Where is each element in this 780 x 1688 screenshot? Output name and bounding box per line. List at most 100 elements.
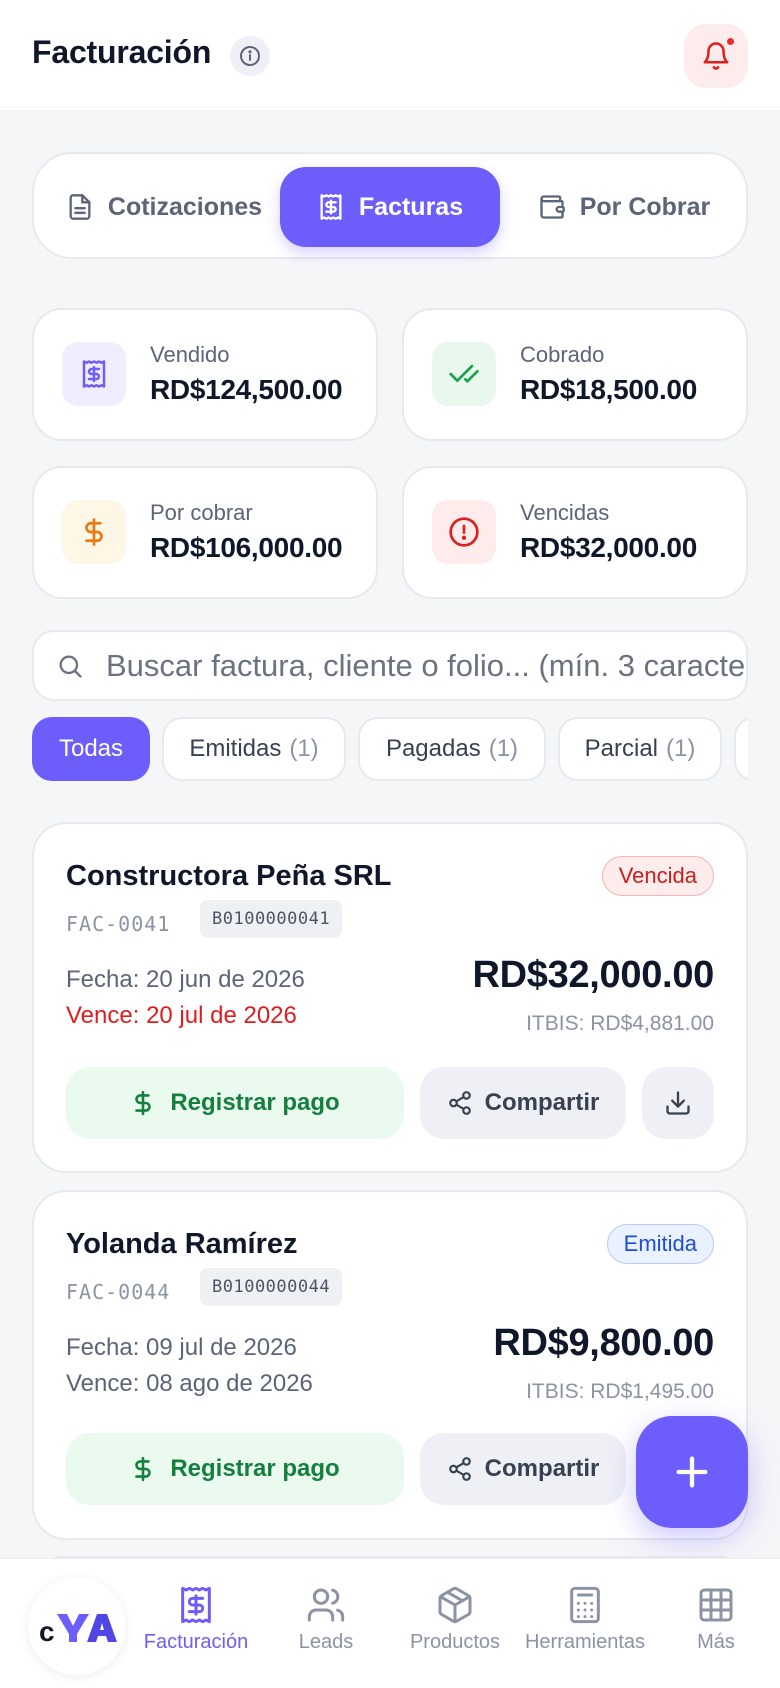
notifications-button[interactable] [684,24,748,88]
stat-icon-box [432,342,496,406]
info-icon [240,46,260,66]
stat-value: RD$124,500.00 [150,374,343,405]
receipt-icon [181,1586,211,1624]
box-icon [438,1586,472,1624]
cya-logo-icon: c [39,1614,117,1646]
calculator-icon [570,1586,600,1624]
search-icon [59,655,82,678]
invoice-folio: FAC-0041 [66,912,171,936]
filter-chip-overflow[interactable] [734,717,748,781]
nav-item-facturacion[interactable]: Facturación [134,1585,258,1673]
tab-cotizaciones[interactable]: Cotizaciones [54,167,274,247]
status-badge: Vencida [601,856,714,896]
chip-count: (1) [666,735,696,762]
chip-count: (1) [289,735,319,762]
button-label: Registrar pago [170,1455,340,1482]
filter-chip-pagadas[interactable]: Pagadas (1) [358,717,546,781]
dollar-icon [135,1456,152,1482]
filter-chip-emitidas[interactable]: Emitidas (1) [162,717,346,781]
nav-label: Herramientas [524,1631,646,1653]
wallet-icon [540,195,565,219]
nav-label: Facturación [143,1631,249,1653]
invoice-itbis: ITBIS: RD$1,495.00 [526,1380,714,1403]
dollar-icon [135,1090,152,1116]
section-tabs: Cotizaciones Facturas Por Cobrar [32,152,748,259]
filter-chip-todas[interactable]: Todas [32,717,150,781]
stat-icon-box [432,500,496,564]
register-payment-button[interactable]: Registrar pago [66,1433,404,1505]
stat-label: Vencidas [520,500,610,525]
share-button[interactable]: Compartir [420,1433,626,1505]
invoice-amount: RD$9,800.00 [493,1322,714,1364]
nav-label: Productos [409,1631,501,1653]
tab-label: Cotizaciones [107,192,263,221]
dollar-icon [85,518,103,546]
nav-item-productos[interactable]: Productos [400,1585,510,1673]
stat-value: RD$32,000.00 [520,532,697,563]
stat-value: RD$106,000.00 [150,532,343,563]
invoice-card[interactable]: Constructora Peña SRL Vencida FAC-0041 B… [32,822,748,1173]
tab-facturas[interactable]: Facturas [280,167,500,247]
download-button[interactable] [642,1067,714,1139]
search-box [32,630,748,701]
invoice-itbis: ITBIS: RD$4,881.00 [526,1012,714,1035]
share-icon [448,1457,471,1481]
alert-circle-icon [449,517,479,547]
share-icon [448,1091,471,1115]
stat-label: Vendido [150,342,230,367]
new-invoice-button[interactable] [636,1416,748,1528]
invoice-client: Yolanda Ramírez [66,1228,298,1260]
invoice-date: Fecha: 20 jun de 2026 [66,966,305,993]
invoice-ncf: B0100000041 [200,900,343,938]
chip-label: Parcial [584,735,658,762]
nav-item-leads[interactable]: Leads [276,1585,376,1673]
tab-por-cobrar[interactable]: Por Cobrar [514,167,734,247]
button-label: Compartir [484,1455,600,1482]
receipt-icon [320,194,342,220]
invoice-date: Fecha: 09 jul de 2026 [66,1334,297,1361]
filter-chips: Todas Emitidas (1) Pagadas (1) Parcial (… [32,717,748,783]
tab-label: Por Cobrar [579,192,711,221]
nav-item-mas[interactable]: Más [666,1585,766,1673]
search-input[interactable] [106,632,746,699]
double-check-icon [449,364,479,383]
bottom-navigation: c Facturación Leads Productos Herramient… [0,1558,780,1688]
download-icon [666,1091,690,1115]
button-label: Compartir [484,1089,600,1116]
info-button[interactable] [230,36,270,76]
invoice-folio: FAC-0044 [66,1280,171,1304]
app-logo[interactable]: c [28,1577,126,1675]
status-badge: Emitida [606,1224,714,1264]
stat-icon-box [62,500,126,564]
invoice-ncf: B0100000044 [200,1268,343,1306]
nav-item-herramientas[interactable]: Herramientas [518,1585,652,1673]
filter-chip-parcial[interactable]: Parcial (1) [558,717,722,781]
invoice-client: Constructora Peña SRL [66,860,392,892]
page-title: Facturación [32,34,212,70]
chip-count: (1) [488,735,519,762]
stat-value: RD$18,500.00 [520,374,697,405]
stat-label: Por cobrar [150,500,253,525]
stat-card-vendido: Vendido RD$124,500.00 [32,308,378,441]
chip-label: Pagadas [385,735,481,762]
receipt-icon [82,360,106,388]
register-payment-button[interactable]: Registrar pago [66,1067,404,1139]
grid-icon [699,1588,733,1622]
stat-icon-box [62,342,126,406]
stat-card-vencidas: Vencidas RD$32,000.00 [402,466,748,599]
invoice-due-date: Vence: 20 jul de 2026 [66,1002,297,1029]
plus-icon [676,1456,708,1488]
svg-text:c: c [39,1616,55,1646]
button-label: Registrar pago [170,1089,340,1116]
tab-label: Facturas [358,192,464,221]
share-button[interactable]: Compartir [420,1067,626,1139]
app-header: Facturación [0,0,780,111]
users-icon [307,1588,345,1622]
stat-label: Cobrado [520,342,605,367]
stat-card-por-cobrar: Por cobrar RD$106,000.00 [32,466,378,599]
document-icon [69,194,91,220]
notification-dot [725,36,736,47]
nav-label: Leads [298,1631,354,1653]
invoice-due-date: Vence: 08 ago de 2026 [66,1370,313,1397]
nav-label: Más [697,1631,735,1653]
